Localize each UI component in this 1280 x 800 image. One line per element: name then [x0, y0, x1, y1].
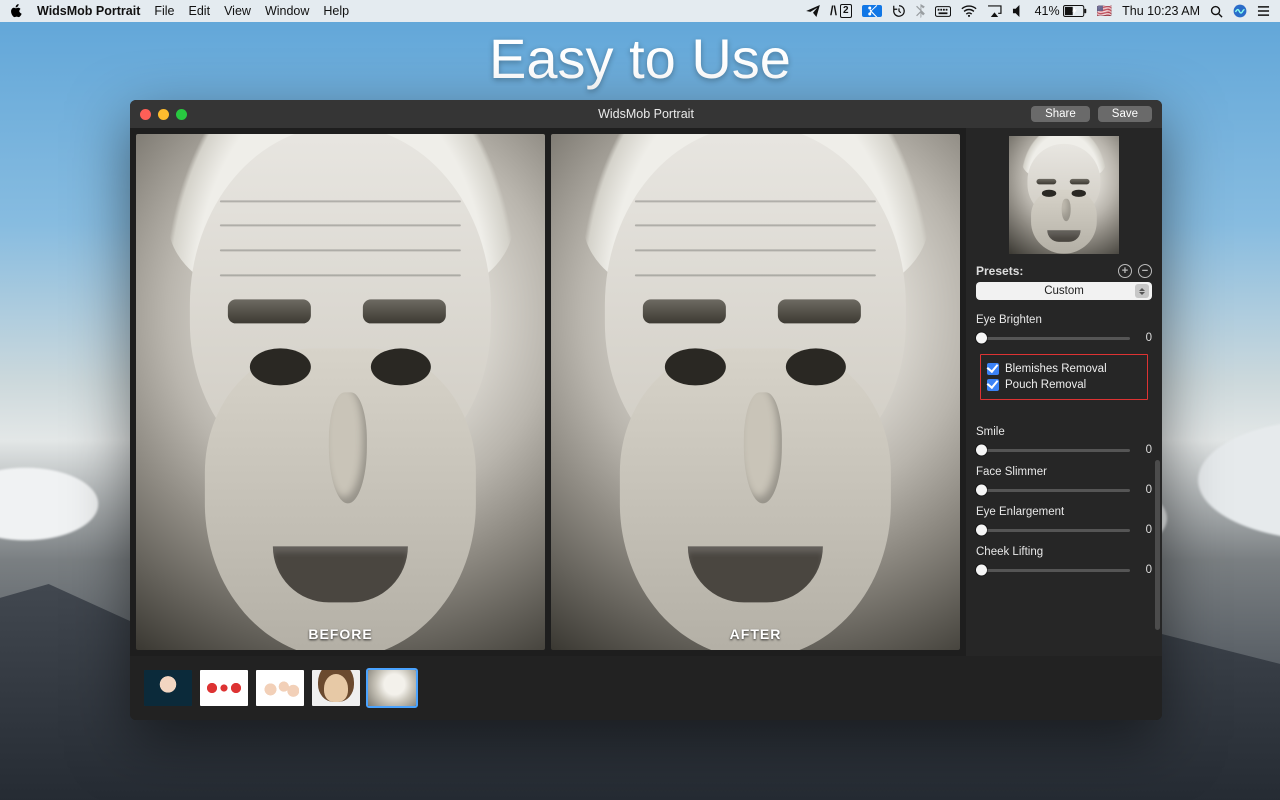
titlebar: WidsMob Portrait Share Save — [130, 100, 1162, 128]
face-thumbnail[interactable] — [1009, 136, 1119, 254]
filmstrip-thumb-3[interactable] — [256, 670, 304, 706]
smile-value: 0 — [1138, 444, 1152, 456]
filmstrip — [130, 656, 1162, 720]
filmstrip-thumb-1[interactable] — [144, 670, 192, 706]
time-machine-icon[interactable] — [892, 4, 906, 18]
stepper-caret-icon — [1135, 284, 1149, 298]
volume-icon[interactable] — [1012, 5, 1025, 17]
filmstrip-thumb-5[interactable] — [368, 670, 416, 706]
after-label: AFTER — [551, 626, 960, 642]
eye-enlargement-slider[interactable] — [976, 529, 1130, 532]
siri-icon[interactable] — [1233, 4, 1247, 18]
remove-preset-icon[interactable]: − — [1138, 264, 1152, 278]
spotlight-icon[interactable] — [1210, 5, 1223, 18]
eye-enlargement-label: Eye Enlargement — [976, 506, 1152, 518]
blemish-removal-checkbox[interactable] — [987, 363, 999, 375]
pouch-removal-label: Pouch Removal — [1005, 379, 1086, 391]
before-pane: BEFORE — [136, 134, 545, 650]
menu-help[interactable]: Help — [323, 4, 349, 18]
panel-scrollbar[interactable] — [1155, 460, 1160, 630]
preset-select-value: Custom — [976, 282, 1152, 300]
clock-text[interactable]: Thu 10:23 AM — [1122, 4, 1200, 18]
apple-menu-icon[interactable] — [10, 4, 23, 18]
menu-view[interactable]: View — [224, 4, 251, 18]
highlighted-options: Blemishes Removal Pouch Removal — [980, 354, 1148, 400]
face-slimmer-value: 0 — [1138, 484, 1152, 496]
app-window: WidsMob Portrait Share Save BEFORE — [130, 100, 1162, 720]
input-flag-icon[interactable]: 🇺🇸 — [1097, 4, 1113, 19]
smile-slider[interactable] — [976, 449, 1130, 452]
before-label: BEFORE — [136, 626, 545, 642]
preset-select[interactable]: Custom — [976, 282, 1152, 300]
compare-canvas: BEFORE AFTER — [130, 128, 966, 656]
airplay-icon[interactable] — [987, 5, 1002, 17]
battery-percent-text: 41% — [1035, 4, 1060, 18]
eye-enlargement-value: 0 — [1138, 524, 1152, 536]
app-menu[interactable]: WidsMob Portrait — [37, 4, 140, 18]
blemish-removal-label: Blemishes Removal — [1005, 363, 1107, 375]
macos-menubar: WidsMob Portrait File Edit View Window H… — [0, 0, 1280, 22]
smile-label: Smile — [976, 426, 1152, 438]
adobe-cc-icon[interactable]: /\2 — [830, 4, 852, 18]
after-pane: AFTER — [551, 134, 960, 650]
add-preset-icon[interactable]: + — [1118, 264, 1132, 278]
eye-brighten-label: Eye Brighten — [976, 314, 1152, 326]
scissors-menu-icon[interactable] — [862, 5, 882, 17]
eye-brighten-slider[interactable] — [976, 337, 1130, 340]
battery-status[interactable]: 41% — [1035, 4, 1087, 18]
cheek-lifting-slider[interactable] — [976, 569, 1130, 572]
filmstrip-thumb-2[interactable] — [200, 670, 248, 706]
window-title: WidsMob Portrait — [130, 107, 1162, 121]
keyboard-input-icon[interactable] — [935, 6, 951, 17]
menu-file[interactable]: File — [154, 4, 174, 18]
menu-edit[interactable]: Edit — [189, 4, 211, 18]
adjustments-panel: Presets: + − Custom Eye Brighten 0 — [966, 128, 1162, 656]
wifi-icon[interactable] — [961, 5, 977, 17]
cheek-lifting-value: 0 — [1138, 564, 1152, 576]
eye-brighten-value: 0 — [1138, 332, 1152, 344]
face-slimmer-label: Face Slimmer — [976, 466, 1152, 478]
filmstrip-thumb-4[interactable] — [312, 670, 360, 706]
bluetooth-icon[interactable] — [916, 4, 925, 18]
notification-center-icon[interactable] — [1257, 5, 1270, 17]
presets-label: Presets: — [976, 264, 1023, 278]
hero-title: Easy to Use — [0, 26, 1280, 91]
paper-plane-icon[interactable] — [806, 5, 820, 17]
pouch-removal-checkbox[interactable] — [987, 379, 999, 391]
cheek-lifting-label: Cheek Lifting — [976, 546, 1152, 558]
face-slimmer-slider[interactable] — [976, 489, 1130, 492]
menu-window[interactable]: Window — [265, 4, 309, 18]
